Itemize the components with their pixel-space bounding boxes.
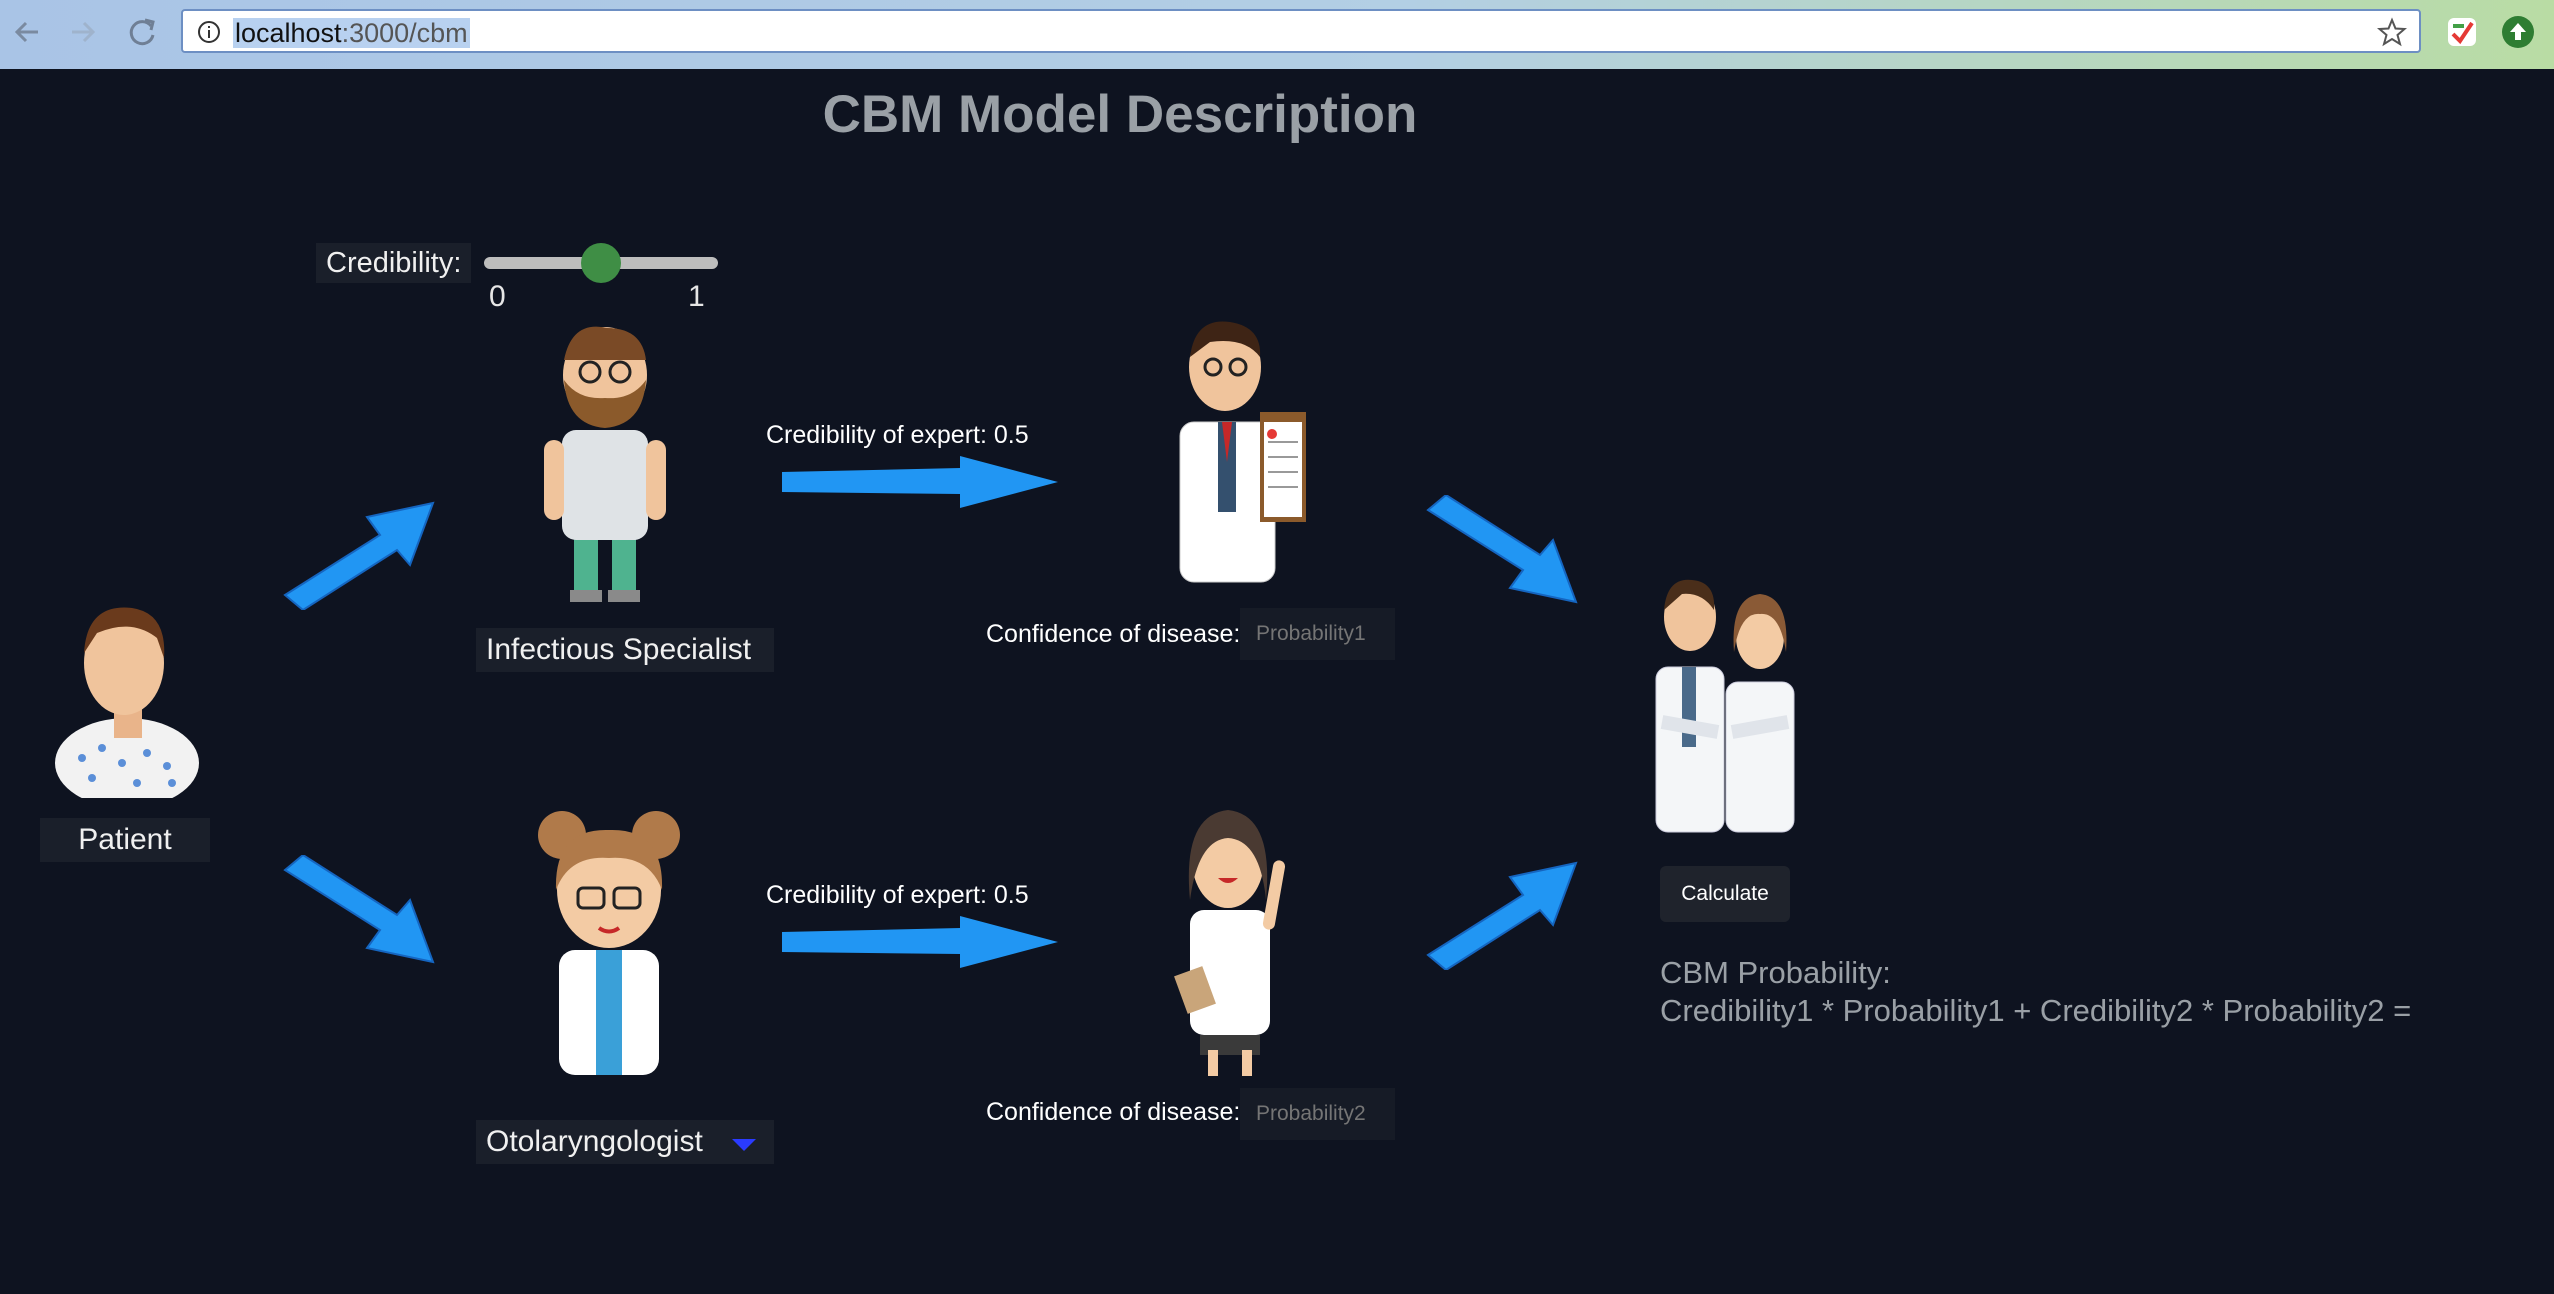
expert2-confidence-label: Confidence of disease: [986, 1098, 1241, 1126]
expert2-credibility-text: Credibility of expert: 0.5 [766, 881, 1029, 909]
back-icon[interactable] [8, 10, 48, 54]
probability1-input[interactable] [1240, 608, 1395, 660]
bookmark-star-icon[interactable] [2377, 17, 2407, 47]
expert2-dropdown[interactable] [714, 1120, 774, 1162]
arrow-expert1-right [782, 456, 1058, 508]
patient-label: Patient [40, 818, 210, 862]
probability2-input[interactable] [1240, 1088, 1395, 1140]
chevron-down-icon [732, 1139, 756, 1151]
expert1-name[interactable]: Infectious Specialist [476, 628, 774, 672]
patient-figure [55, 607, 199, 798]
infectious-specialist-figure [544, 326, 666, 602]
arrow-expert2-right [782, 916, 1058, 968]
credibility-label: Credibility: [316, 243, 472, 283]
page-title: CBM Model Description [822, 85, 1418, 144]
reload-icon[interactable] [122, 10, 162, 54]
credibility-slider-thumb[interactable] [581, 243, 621, 283]
arrow-patient-to-expert1 [283, 501, 435, 610]
browser-toolbar: localhost:3000/cbm [0, 0, 2554, 69]
arrow-patient-to-expert2 [283, 855, 435, 964]
otolaryngologist-figure [538, 811, 680, 1075]
url-path: :3000/cbm [341, 18, 468, 48]
doctor1-figure [1179, 321, 1306, 583]
cbm-result: CBM Probability: Credibility1 * Probabil… [1660, 954, 2411, 1030]
extension-icon[interactable] [2444, 14, 2480, 50]
expert1-confidence-label: Confidence of disease: [986, 620, 1241, 648]
forward-icon[interactable] [62, 10, 102, 54]
result-heading: CBM Probability: [1660, 955, 1891, 990]
update-icon[interactable] [2500, 14, 2536, 50]
expert1-name-text: Infectious Specialist [486, 633, 752, 666]
slider-min-label: 0 [489, 280, 506, 313]
expert2-name-text: Otolaryngologist [486, 1125, 703, 1158]
doctor2-figure [1174, 810, 1286, 1076]
arrow-doctor1-to-team [1426, 495, 1578, 604]
info-icon[interactable] [197, 20, 221, 44]
expert1-credibility-text: Credibility of expert: 0.5 [766, 421, 1029, 449]
calculate-button[interactable]: Calculate [1660, 866, 1790, 922]
result-formula: Credibility1 * Probability1 + Credibilit… [1660, 993, 2412, 1028]
doctor-team-figure [1655, 579, 1795, 833]
url-text[interactable]: localhost:3000/cbm [233, 18, 470, 48]
url-host: localhost [235, 18, 342, 48]
arrow-doctor2-to-team [1426, 861, 1578, 970]
slider-max-label: 1 [688, 280, 705, 313]
address-bar[interactable]: localhost:3000/cbm [181, 9, 2421, 53]
